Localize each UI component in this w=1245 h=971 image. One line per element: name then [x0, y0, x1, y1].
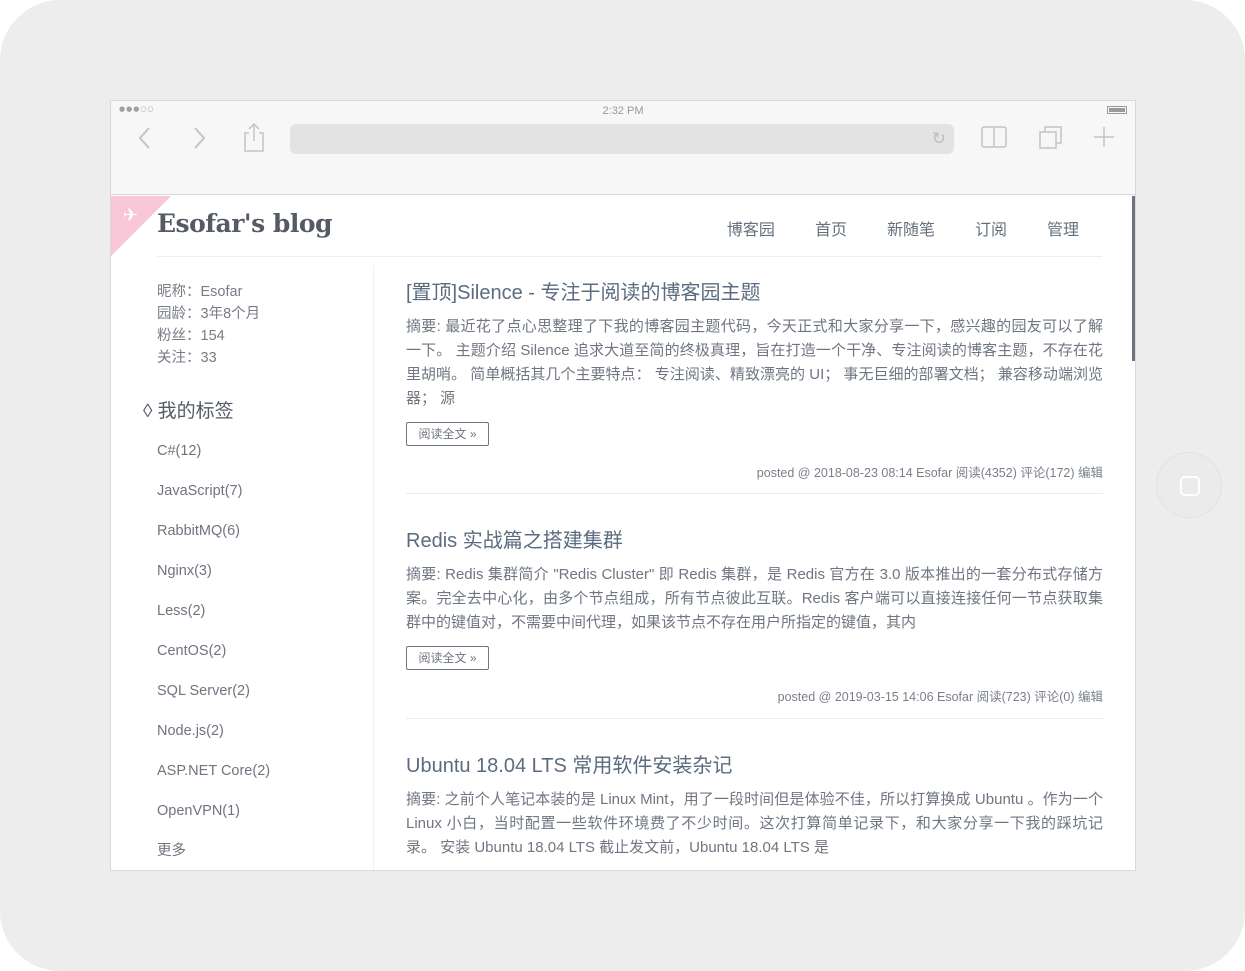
- post-meta: posted @ 2018-08-23 08:14 Esofar 阅读(4352…: [756, 466, 1103, 480]
- tag-item[interactable]: CentOS(2): [157, 642, 270, 682]
- home-button[interactable]: [1156, 452, 1222, 518]
- post-summary: 摘要: 之前个人笔记本装的是 Linux Mint，用了一段时间但是体验不佳，所…: [406, 791, 1103, 856]
- post-summary: 摘要: 最近花了点心思整理了下我的博客园主题代码，今天正式和大家分享一下，感兴趣…: [406, 318, 1103, 407]
- status-time: 2:32 PM: [602, 105, 644, 117]
- profile-nickname: 昵称：Esofar: [157, 284, 243, 300]
- profile-fans: 粉丝：154: [157, 328, 225, 344]
- tag-item[interactable]: Less(2): [157, 602, 270, 642]
- address-bar[interactable]: ↻: [290, 124, 954, 154]
- chevron-right-icon[interactable]: [193, 125, 207, 151]
- sidebar-divider: [373, 266, 374, 870]
- battery-icon: [1107, 106, 1127, 114]
- tablet-frame: ●●●○○ 2:32 PM ↻ ✈ Esofar's blog 博客园 首页 新…: [0, 0, 1245, 971]
- post-title[interactable]: Ubuntu 18.04 LTS 常用软件安装杂记: [406, 749, 732, 778]
- post-title[interactable]: Redis 实战篇之搭建集群: [406, 524, 623, 553]
- nav-item-new-post[interactable]: 新随笔: [887, 216, 935, 240]
- book-icon[interactable]: [981, 125, 1007, 149]
- tag-item[interactable]: ASP.NET Core(2): [157, 762, 270, 802]
- blog-title[interactable]: Esofar's blog: [157, 209, 333, 238]
- tags-heading: ◊ 我的标签: [143, 401, 234, 422]
- tabs-icon[interactable]: [1039, 125, 1063, 151]
- tag-item[interactable]: SQL Server(2): [157, 682, 270, 722]
- reload-icon[interactable]: ↻: [932, 129, 946, 149]
- tag-item[interactable]: Nginx(3): [157, 562, 270, 602]
- nav-item-manage[interactable]: 管理: [1047, 216, 1079, 240]
- post-item: Ubuntu 18.04 LTS 常用软件安装杂记 摘要: 之前个人笔记本装的是…: [406, 719, 1103, 870]
- tag-item[interactable]: C#(12): [157, 442, 270, 482]
- post-summary: 摘要: Redis 集群简介 "Redis Cluster" 即 Redis 集…: [406, 566, 1103, 631]
- read-more-button[interactable]: 阅读全文 »: [406, 646, 489, 670]
- post-list: [置顶]Silence - 专注于阅读的博客园主题 摘要: 最近花了点心思整理了…: [406, 266, 1103, 870]
- post-title[interactable]: [置顶]Silence - 专注于阅读的博客园主题: [406, 276, 760, 305]
- post-item: [置顶]Silence - 专注于阅读的博客园主题 摘要: 最近花了点心思整理了…: [406, 266, 1103, 494]
- chevron-left-icon[interactable]: [137, 125, 151, 151]
- home-icon: [1180, 476, 1200, 496]
- profile-age: 园龄：3年8个月: [157, 306, 261, 322]
- nav-item-subscribe[interactable]: 订阅: [975, 216, 1007, 240]
- blog-page: ✈ Esofar's blog 博客园 首页 新随笔 订阅 管理 昵称：Esof…: [111, 196, 1135, 870]
- nav-item-cnblogs[interactable]: 博客园: [727, 216, 775, 240]
- profile-info: 昵称：Esofar 园龄：3年8个月 粉丝：154 关注：33: [157, 281, 260, 369]
- nav-item-home[interactable]: 首页: [815, 216, 847, 240]
- share-icon[interactable]: [244, 122, 264, 152]
- tag-item[interactable]: JavaScript(7): [157, 482, 270, 522]
- post-item: Redis 实战篇之搭建集群 摘要: Redis 集群简介 "Redis Clu…: [406, 494, 1103, 719]
- post-meta: posted @ 2019-03-15 14:06 Esofar 阅读(723)…: [777, 690, 1103, 704]
- scrollbar[interactable]: [1132, 196, 1135, 361]
- read-more-button[interactable]: 阅读全文 »: [406, 422, 489, 446]
- tag-list: C#(12) JavaScript(7) RabbitMQ(6) Nginx(3…: [157, 442, 270, 870]
- plus-icon[interactable]: [1093, 125, 1115, 149]
- bird-icon: ✈: [123, 205, 139, 226]
- top-nav: 博客园 首页 新随笔 订阅 管理: [687, 216, 1079, 240]
- browser-chrome: ●●●○○ 2:32 PM ↻: [111, 101, 1135, 195]
- tag-item[interactable]: RabbitMQ(6): [157, 522, 270, 562]
- profile-follows: 关注：33: [157, 350, 217, 366]
- tags-more-link[interactable]: 更多: [157, 842, 270, 870]
- header-divider: [157, 256, 1102, 257]
- tag-item[interactable]: OpenVPN(1): [157, 802, 270, 842]
- tag-item[interactable]: Node.js(2): [157, 722, 270, 762]
- tablet-screen: ●●●○○ 2:32 PM ↻ ✈ Esofar's blog 博客园 首页 新…: [110, 100, 1136, 871]
